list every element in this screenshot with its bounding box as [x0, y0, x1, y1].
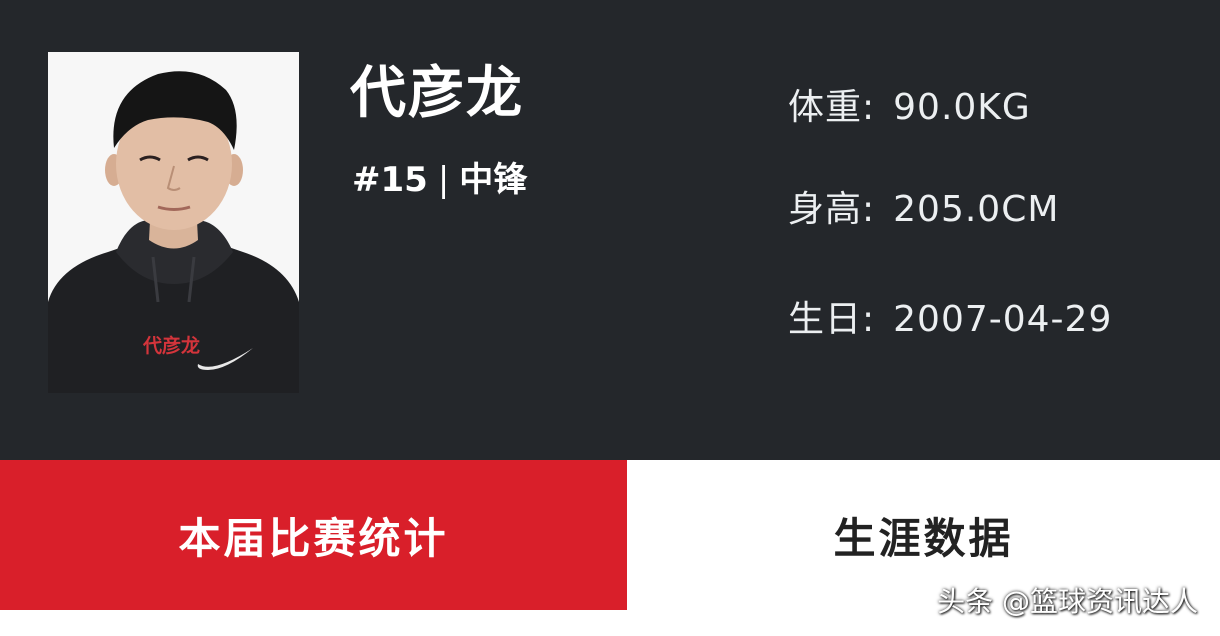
height-value: 205.0CM	[893, 189, 1060, 230]
tab-current-season-stats[interactable]: 本届比赛统计	[0, 460, 627, 610]
weight-row: 体重: 90.0KG	[788, 84, 1031, 132]
watermark: 头条 @篮球资讯达人	[937, 585, 1198, 618]
svg-text:代彦龙: 代彦龙	[142, 334, 200, 357]
player-number-position: #15 | 中锋	[352, 158, 527, 202]
height-label: 身高:	[788, 189, 876, 230]
player-photo: 代彦龙	[48, 52, 299, 393]
meta-separator: |	[437, 160, 450, 200]
player-profile-page: 代彦龙 代彦龙 #15 | 中锋 体重: 90.0KG 身高: 205.0CM 生日: 2…	[0, 0, 1220, 636]
birthday-row: 生日: 2007-04-29	[788, 296, 1112, 344]
player-name: 代彦龙	[350, 61, 524, 126]
birthday-value: 2007-04-29	[893, 299, 1113, 340]
birthday-label: 生日:	[788, 299, 876, 340]
height-row: 身高: 205.0CM	[788, 186, 1059, 234]
weight-value: 90.0KG	[893, 87, 1031, 128]
player-position: 中锋	[459, 160, 528, 200]
profile-panel: 代彦龙 代彦龙 #15 | 中锋 体重: 90.0KG 身高: 205.0CM 生日: 2…	[0, 0, 1220, 460]
player-number: #15	[352, 160, 428, 200]
weight-label: 体重:	[788, 87, 876, 128]
